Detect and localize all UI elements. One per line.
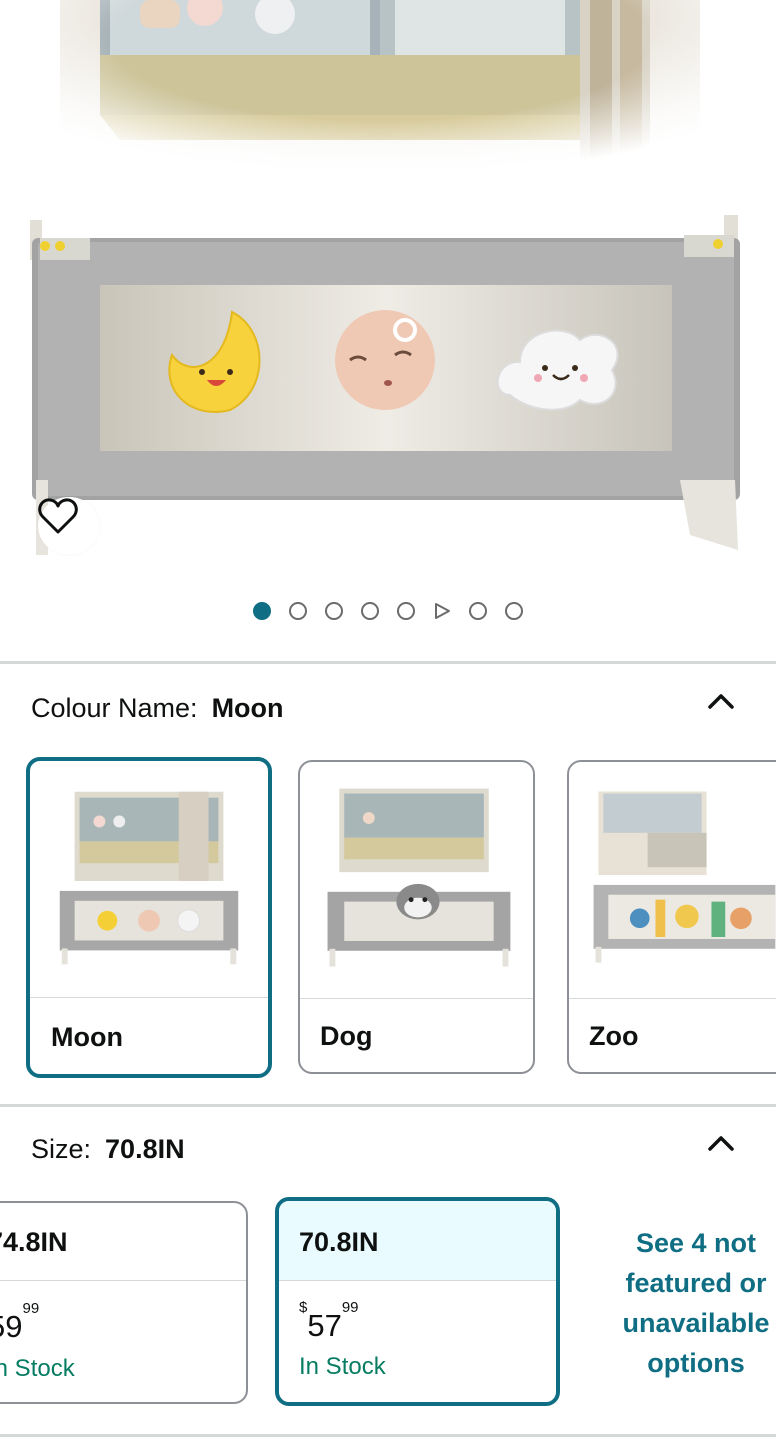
swatch-divider [30, 997, 268, 998]
carousel-dot[interactable] [253, 602, 271, 620]
size-option-74-8in[interactable]: 74.8IN 5999 In Stock [0, 1201, 248, 1404]
chevron-up-icon[interactable] [706, 690, 736, 712]
carousel-indicators [0, 600, 776, 622]
colour-label-text: Colour Name: [31, 693, 198, 723]
stock-status: In Stock [0, 1355, 75, 1382]
colour-option-moon[interactable]: Moon [26, 757, 272, 1078]
size-option-name: 70.8IN [299, 1227, 379, 1257]
size-option-header: 74.8IN [0, 1203, 246, 1281]
size-option-price: 5999 [0, 1299, 40, 1344]
section-divider [0, 1434, 776, 1437]
carousel-dot[interactable] [397, 602, 415, 620]
colour-label: Colour Name: Moon [31, 693, 284, 724]
dog-thumbnail [327, 788, 511, 967]
carousel-dot[interactable] [361, 602, 379, 620]
colour-option-zoo[interactable]: Zoo [567, 760, 776, 1074]
zoo-thumbnail [593, 791, 776, 963]
carousel-dot[interactable] [505, 602, 523, 620]
section-divider [0, 1104, 776, 1107]
product-image[interactable] [0, 0, 776, 585]
size-selected-value: 70.8IN [105, 1134, 185, 1164]
size-option-name: 74.8IN [0, 1227, 68, 1257]
carousel-dot[interactable] [469, 602, 487, 620]
size-option-header: 70.8IN [279, 1201, 556, 1281]
swatch-label: Zoo [589, 1021, 639, 1051]
swatch-label: Moon [51, 1022, 123, 1052]
size-label-text: Size: [31, 1134, 92, 1164]
wishlist-button[interactable] [38, 497, 100, 555]
colour-selected-value: Moon [211, 693, 284, 723]
see-more-options-link[interactable]: See 4 not featured or unavailable option… [606, 1223, 776, 1383]
moon-thumbnail [59, 791, 239, 965]
swatch-divider [569, 998, 776, 999]
size-option-price: $5799 [299, 1298, 359, 1343]
swatch-divider [300, 998, 533, 999]
size-option-70-8in[interactable]: 70.8IN $5799 In Stock [275, 1197, 560, 1406]
heart-icon [38, 498, 78, 534]
swatch-label: Dog [320, 1021, 373, 1051]
carousel-dot[interactable] [289, 602, 307, 620]
chevron-up-icon[interactable] [706, 1132, 736, 1154]
product-photo [30, 0, 740, 555]
size-label: Size: 70.8IN [31, 1134, 185, 1165]
carousel-dot[interactable] [325, 602, 343, 620]
video-play-icon[interactable] [433, 602, 451, 620]
colour-option-dog[interactable]: Dog [298, 760, 535, 1074]
section-divider [0, 661, 776, 664]
stock-status: In Stock [299, 1353, 386, 1380]
